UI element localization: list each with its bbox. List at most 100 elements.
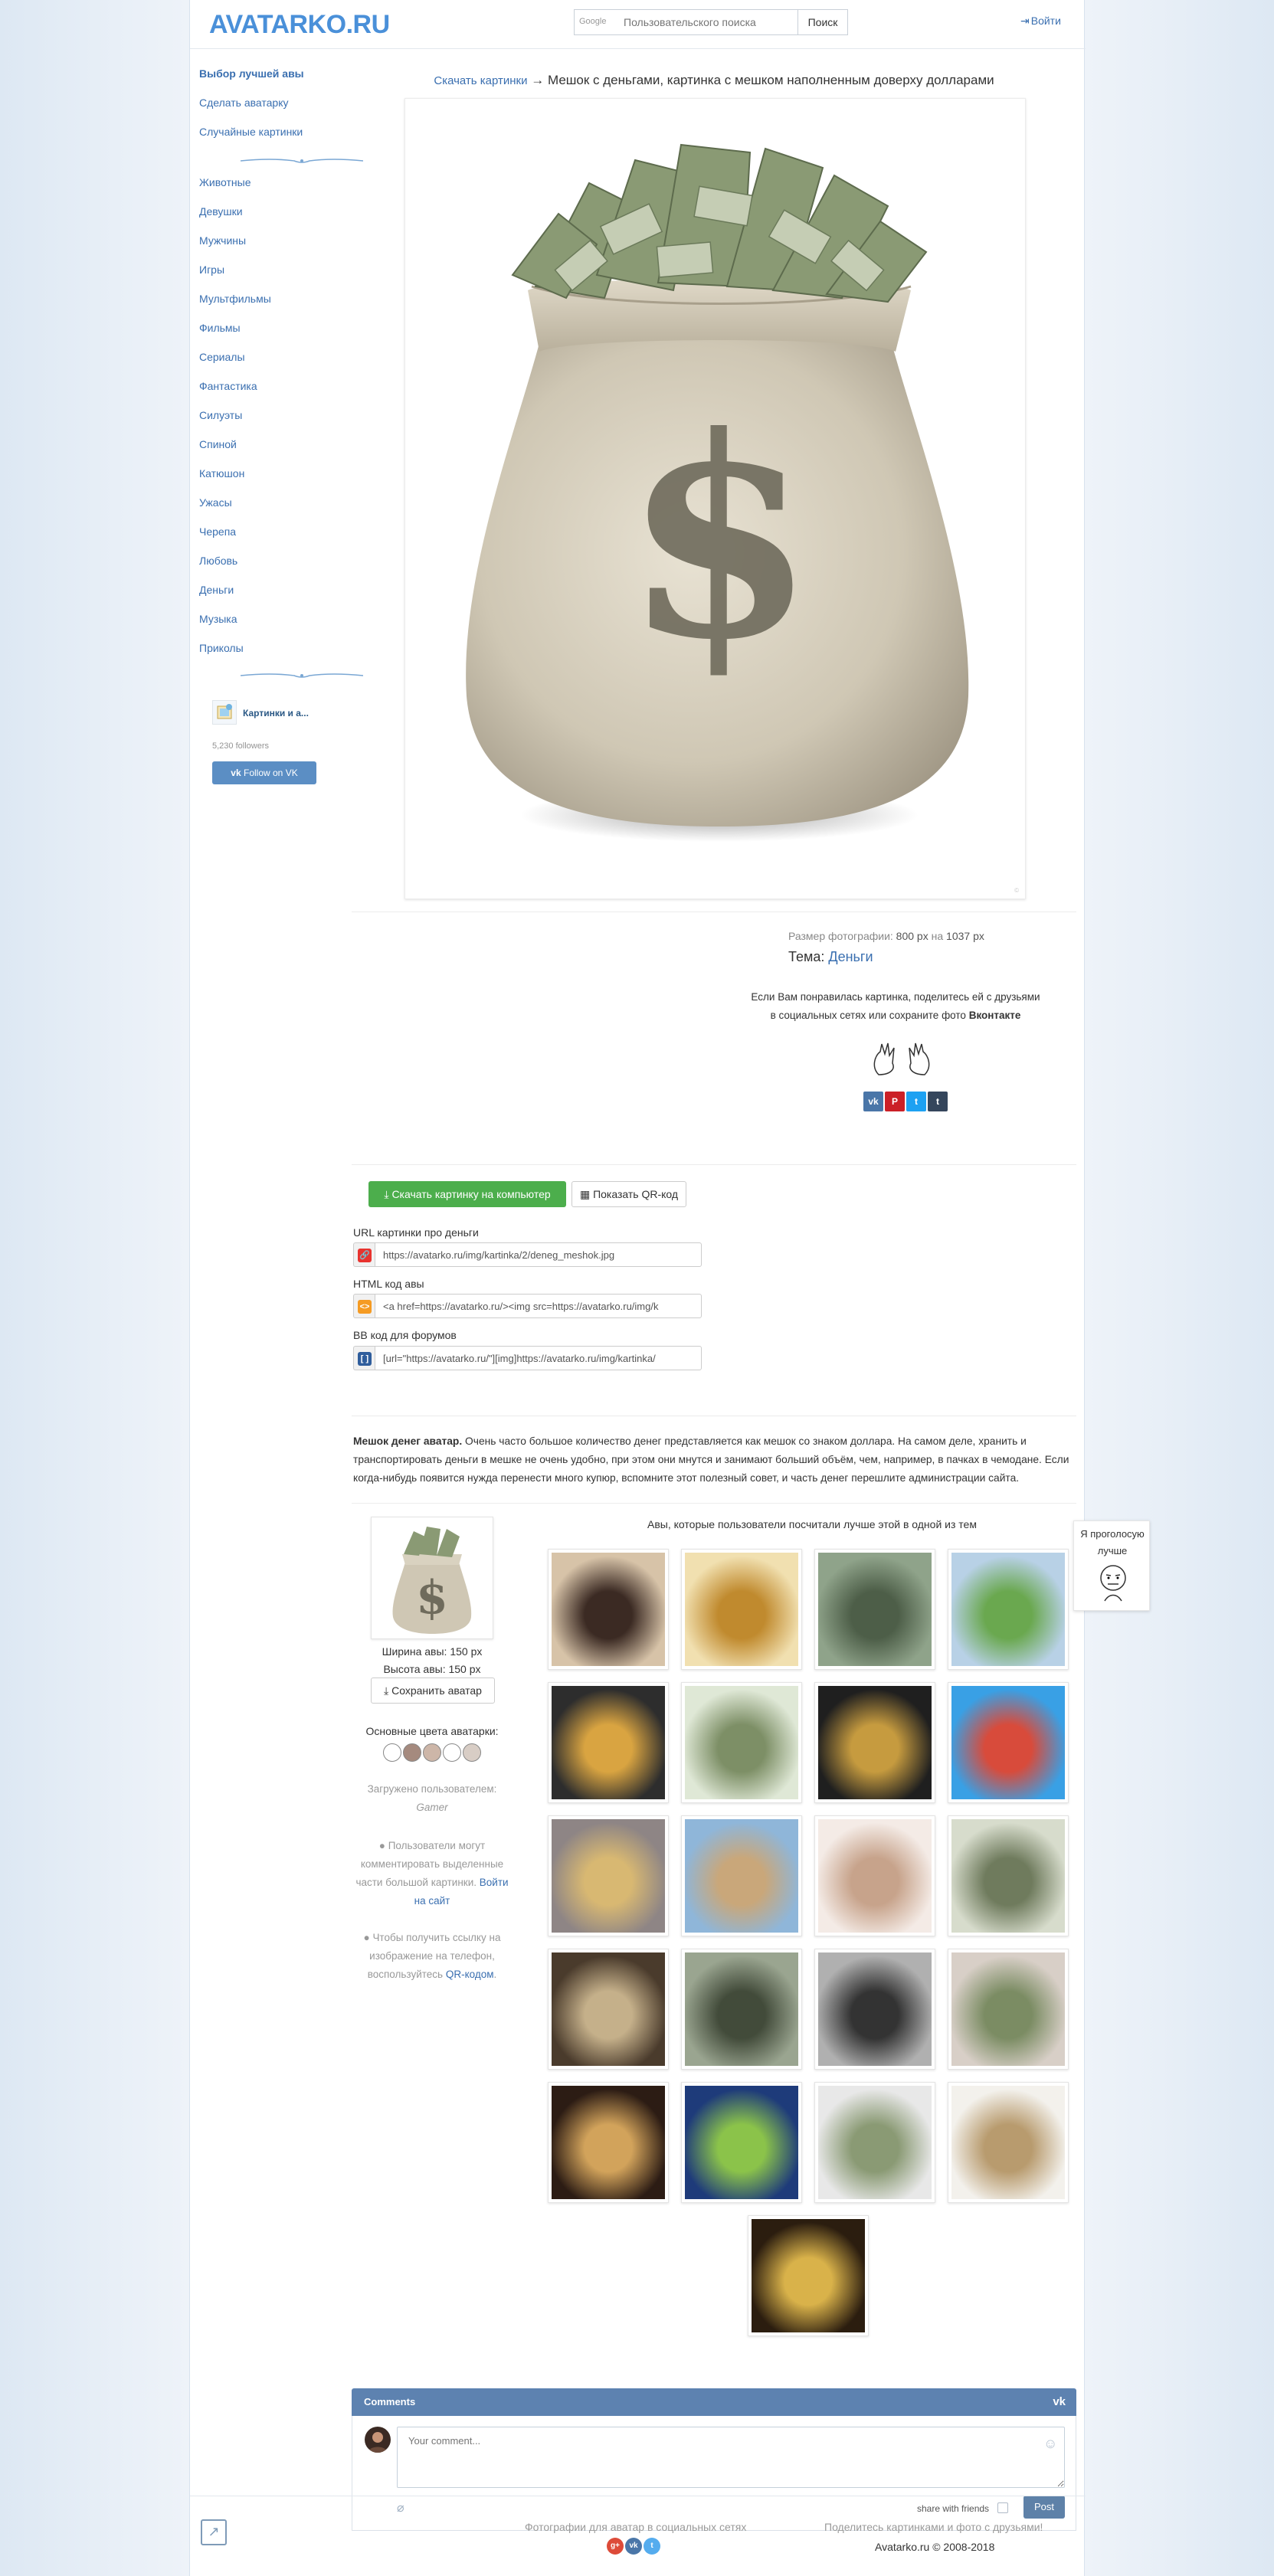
vote-widget[interactable]: Я проголосую лучше	[1073, 1520, 1150, 1611]
twitter-share-icon[interactable]: t	[906, 1092, 926, 1111]
info-icon: ●	[363, 1932, 370, 1943]
sidebar-item-men[interactable]: Мужчины	[199, 234, 246, 247]
search-input[interactable]	[574, 9, 797, 35]
sidebar-item-make-avatar[interactable]: Сделать аватарку	[199, 97, 289, 109]
sidebar-item-films[interactable]: Фильмы	[199, 322, 241, 334]
twitter-icon[interactable]: t	[644, 2538, 660, 2555]
similar-avatar-tile[interactable]	[548, 1949, 669, 2070]
vk-icon[interactable]: vk	[625, 2538, 642, 2555]
sidebar-item-fantasy[interactable]: Фантастика	[199, 380, 257, 392]
uploaded-by: Загружено пользователем: Gamer	[352, 1780, 513, 1817]
sidebar-item-series[interactable]: Сериалы	[199, 351, 245, 363]
vk-follow-label: Follow on VK	[244, 768, 298, 778]
divider-swirl	[241, 673, 363, 678]
sidebar-item-cartoons[interactable]: Мультфильмы	[199, 293, 271, 305]
photo-height: 1037 px	[946, 930, 984, 942]
similar-avatar-tile[interactable]	[681, 1549, 802, 1670]
money-pile-icon	[951, 1819, 1065, 1933]
sidebar-item-money[interactable]: Деньги	[199, 584, 234, 596]
search-button[interactable]: Поиск	[797, 9, 848, 35]
page-title: Мешок с деньгами, картинка с мешком напо…	[547, 73, 994, 87]
comments-header: Comments vk	[352, 2388, 1076, 2416]
share-buttons: vk Pt t	[863, 1092, 949, 1111]
colors-label: Основные цвета аватарки:	[365, 1725, 499, 1737]
sidebar-item-girls[interactable]: Девушки	[199, 205, 243, 218]
save-avatar-button[interactable]: ⤓ Сохранить аватар	[371, 1678, 495, 1704]
sidebar-item-back[interactable]: Спиной	[199, 438, 237, 450]
theme-link[interactable]: Деньги	[828, 949, 873, 964]
similar-avatar-tile[interactable]	[814, 1682, 935, 1803]
color-swatch	[443, 1743, 461, 1762]
tumblr-share-icon[interactable]: t	[928, 1092, 948, 1111]
similar-avatar-tile[interactable]	[814, 1549, 935, 1670]
similar-avatar-tile[interactable]	[681, 2082, 802, 2203]
link-icon: 🔗	[353, 1242, 375, 1267]
sidebar-item-skulls[interactable]: Черепа	[199, 525, 236, 538]
save-avatar-label: Сохранить аватар	[391, 1684, 482, 1697]
vk-group-name[interactable]: Картинки и а...	[243, 708, 309, 718]
coin-stacks-icon	[685, 1553, 798, 1666]
sidebar-item-best-avatar[interactable]: Выбор лучшей авы	[199, 67, 304, 80]
similar-avatar-tile[interactable]	[948, 1682, 1069, 1803]
share-prompt-vk: Вконтакте	[968, 1010, 1021, 1021]
image-watermark: ©	[1014, 887, 1019, 894]
share-prompt: Если Вам понравилась картинка, поделитес…	[750, 988, 1041, 1025]
qr-link[interactable]: QR-кодом	[446, 1969, 494, 1980]
sidebar-item-love[interactable]: Любовь	[199, 555, 237, 567]
similar-avatar-tile[interactable]	[814, 1815, 935, 1936]
login-link[interactable]: ⇥ Войти	[1020, 15, 1061, 28]
sidebar-item-silhouettes[interactable]: Силуэты	[199, 409, 242, 421]
vk-followers-count: 5,230 followers	[212, 741, 269, 751]
sidebar-item-jokes[interactable]: Приколы	[199, 642, 244, 654]
sidebar-item-random[interactable]: Случайные картинки	[199, 126, 303, 138]
similar-avatar-tile[interactable]	[681, 1815, 802, 1936]
sidebar-item-animals[interactable]: Животные	[199, 176, 251, 188]
cartoon-bird-icon	[951, 1686, 1065, 1799]
similar-avatar-tile[interactable]	[548, 2082, 669, 2203]
divider-swirl	[241, 159, 363, 163]
comment-input[interactable]	[397, 2427, 1065, 2488]
similar-avatar-tile[interactable]	[548, 1815, 669, 1936]
footer-text-left: Фотографии для аватар в социальных сетях	[525, 2521, 747, 2533]
similar-avatar-tile[interactable]	[681, 1682, 802, 1803]
vk-share-icon[interactable]: vk	[863, 1092, 883, 1111]
smile-icon[interactable]: ☺	[1043, 2436, 1057, 2452]
avatar-height: Высота авы: 150 px	[383, 1663, 481, 1675]
comments-title: Comments	[364, 2396, 416, 2407]
html-code-field[interactable]	[375, 1294, 702, 1318]
hands-icon	[873, 1043, 930, 1075]
pinterest-share-icon[interactable]: P	[885, 1092, 905, 1111]
breadcrumb-link[interactable]: Скачать картинки	[434, 74, 527, 87]
vk-icon: vk	[231, 768, 241, 778]
bb-code-field[interactable]	[375, 1346, 702, 1370]
vk-follow-button[interactable]: vk Follow on VK	[212, 761, 316, 784]
site-logo[interactable]: AVATARKO.RU	[209, 10, 390, 40]
theme-line: Тема: Деньги	[788, 949, 873, 965]
download-image-button[interactable]: ⤓ Скачать картинку на компьютер	[368, 1181, 566, 1207]
external-link-icon[interactable]: ↗	[201, 2519, 227, 2545]
main-photo[interactable]: $ ©	[404, 98, 1026, 899]
bb-label: BB код для форумов	[353, 1329, 457, 1341]
similar-avatar-tile[interactable]	[948, 1815, 1069, 1936]
color-swatch	[403, 1743, 421, 1762]
url-field[interactable]	[375, 1242, 702, 1267]
show-qr-button[interactable]: ▦ Показать QR-код	[571, 1181, 686, 1207]
similar-avatar-tile[interactable]	[814, 2082, 935, 2203]
google-plus-icon[interactable]: g+	[607, 2538, 624, 2555]
similar-avatar-tile[interactable]	[681, 1949, 802, 2070]
sidebar-item-music[interactable]: Музыка	[199, 613, 237, 625]
similar-avatar-tile[interactable]	[548, 1682, 669, 1803]
photo-width: 800 px	[896, 930, 928, 942]
sidebar-item-games[interactable]: Игры	[199, 263, 224, 276]
sidebar-item-hood[interactable]: Катюшон	[199, 467, 244, 480]
similar-avatar-tile[interactable]	[748, 2215, 869, 2336]
avatar-thumbnail[interactable]: $	[371, 1517, 493, 1639]
similar-avatar-tile[interactable]	[548, 1549, 669, 1670]
vk-group-logo[interactable]	[212, 700, 237, 725]
similar-avatar-tile[interactable]	[814, 1949, 935, 2070]
sidebar-item-horror[interactable]: Ужасы	[199, 496, 232, 509]
similar-avatar-tile[interactable]	[948, 2082, 1069, 2203]
similar-avatar-tile[interactable]	[948, 1549, 1069, 1670]
similar-avatar-tile[interactable]	[948, 1949, 1069, 2070]
uploader-name: Gamer	[416, 1802, 448, 1813]
